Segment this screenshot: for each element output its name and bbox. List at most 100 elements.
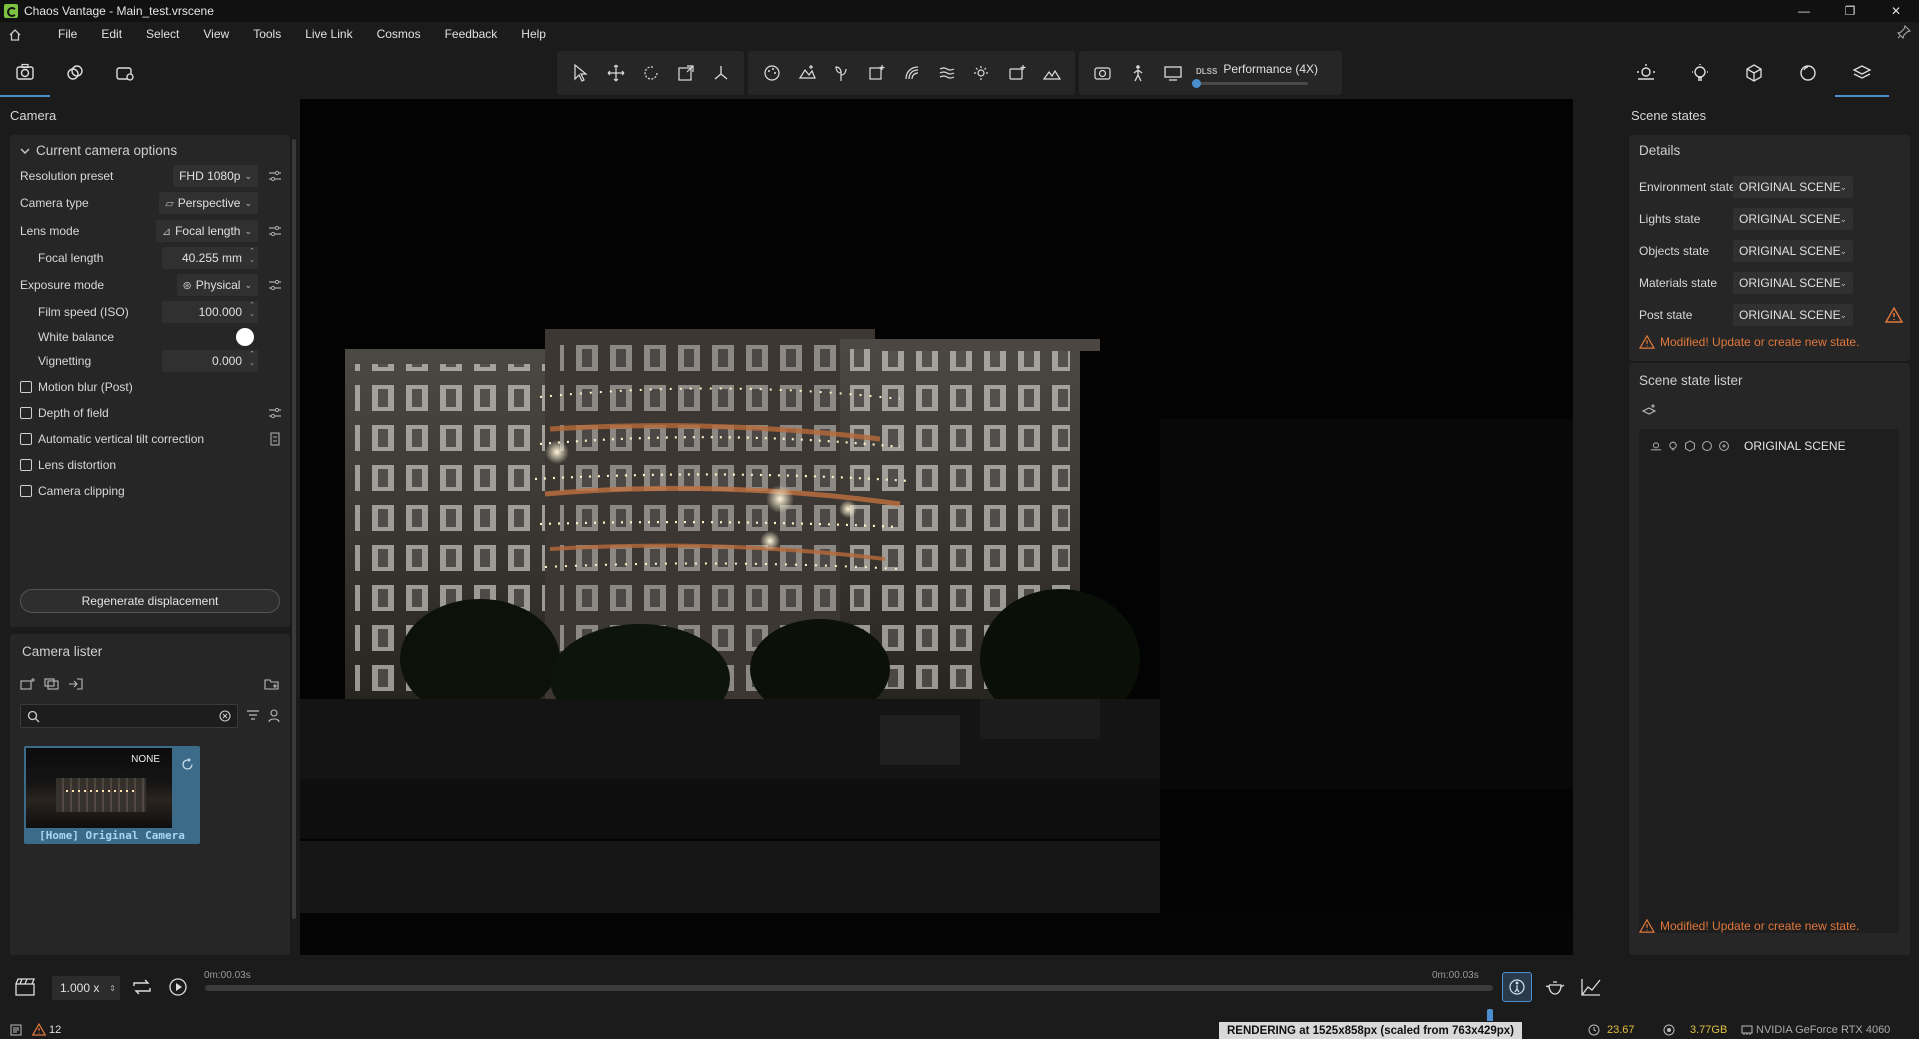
render-tools: DLSS Performance (4X)	[1079, 51, 1342, 95]
add-plant-tool[interactable]	[824, 55, 859, 91]
tab-environment[interactable]	[1619, 49, 1673, 97]
resolution-preset-dropdown[interactable]: FHD 1080p⌄	[173, 165, 258, 187]
filter-icon[interactable]	[246, 709, 262, 723]
tilt-settings-icon[interactable]	[268, 432, 282, 446]
add-folder-icon[interactable]	[264, 677, 280, 691]
user-filter-icon[interactable]	[268, 708, 284, 724]
white-balance-swatch[interactable]	[236, 328, 254, 346]
interactive-mode-button[interactable]	[1502, 972, 1532, 1002]
motion-blur-checkbox[interactable]	[20, 381, 32, 393]
restore-button[interactable]: ❐	[1827, 0, 1873, 22]
menu-file[interactable]: File	[46, 22, 89, 47]
fog-tool[interactable]	[929, 55, 964, 91]
add-decal-tool[interactable]	[859, 55, 894, 91]
materials-state-dropdown[interactable]: ORIGINAL SCENE⌄	[1733, 272, 1853, 294]
select-tool[interactable]	[563, 55, 598, 91]
settings-sliders-icon[interactable]	[268, 406, 282, 420]
move-tool[interactable]	[598, 55, 633, 91]
camera-type-dropdown[interactable]: ▱Perspective⌄	[159, 192, 258, 214]
material-picker-tool[interactable]	[754, 55, 789, 91]
timeline-track[interactable]	[205, 985, 1493, 991]
add-camera-tool[interactable]	[999, 55, 1034, 91]
duplicate-camera-icon[interactable]	[44, 677, 60, 691]
layers-icon	[1851, 61, 1873, 83]
menu-cosmos[interactable]: Cosmos	[365, 22, 433, 47]
play-icon[interactable]	[168, 977, 188, 997]
camera-options-section: Current camera options Resolution preset…	[10, 135, 290, 627]
focal-length-spinner[interactable]: 40.255 mm	[162, 247, 258, 269]
performance-control[interactable]: DLSS Performance (4X)	[1196, 62, 1336, 85]
post-state-dropdown[interactable]: ORIGINAL SCENE⌄	[1733, 304, 1853, 326]
loop-icon[interactable]	[131, 977, 153, 997]
menu-view[interactable]: View	[191, 22, 241, 47]
add-camera-icon[interactable]	[20, 677, 36, 691]
thumbnail-building	[56, 778, 146, 812]
vignetting-spinner[interactable]: 0.000	[162, 350, 258, 372]
snapshot-button[interactable]	[1085, 55, 1120, 91]
add-light-tool[interactable]	[964, 55, 999, 91]
menu-live-link[interactable]: Live Link	[293, 22, 364, 47]
menu-feedback[interactable]: Feedback	[433, 22, 510, 47]
tab-objects[interactable]	[1727, 49, 1781, 97]
section-header[interactable]: Current camera options	[10, 135, 290, 166]
menu-edit[interactable]: Edit	[89, 22, 134, 47]
log-icon[interactable]	[10, 1024, 22, 1036]
rotate-tool[interactable]	[633, 55, 668, 91]
warning-icon[interactable]	[32, 1023, 46, 1036]
display-button[interactable]	[1155, 55, 1190, 91]
tab-materials[interactable]	[1781, 49, 1835, 97]
playback-speed-spinner[interactable]: 1.000 x⇕	[52, 976, 120, 1000]
menu-select[interactable]: Select	[134, 22, 191, 47]
graph-editor-icon[interactable]	[1580, 977, 1602, 997]
tab-animation[interactable]	[50, 49, 100, 97]
objects-state-dropdown[interactable]: ORIGINAL SCENE⌄	[1733, 240, 1853, 262]
camera-search-field[interactable]	[20, 704, 238, 728]
scale-tool[interactable]	[668, 55, 703, 91]
terrain-tool[interactable]	[1034, 55, 1069, 91]
add-state-icon[interactable]	[1641, 403, 1657, 417]
regenerate-displacement-button[interactable]: Regenerate displacement	[20, 589, 280, 613]
camera-gear-icon	[114, 62, 136, 84]
settings-sliders-icon[interactable]	[268, 278, 282, 292]
camera-search-input[interactable]	[46, 709, 196, 723]
performance-slider-handle[interactable]	[1192, 79, 1201, 88]
left-panel-scrollbar[interactable]	[292, 139, 296, 919]
scatter-tool[interactable]	[894, 55, 929, 91]
render-viewport[interactable]	[300, 99, 1573, 955]
tab-camera-settings[interactable]	[100, 49, 150, 97]
scene-state-item[interactable]: ORIGINAL SCENE	[1649, 439, 1846, 453]
environment-state-dropdown[interactable]: ORIGINAL SCENE⌄	[1733, 176, 1853, 198]
clear-search-icon[interactable]	[219, 710, 231, 722]
menu-tools[interactable]: Tools	[241, 22, 293, 47]
settings-sliders-icon[interactable]	[268, 224, 282, 238]
tab-camera[interactable]	[0, 49, 50, 97]
menu-help[interactable]: Help	[509, 22, 558, 47]
minimize-button[interactable]: —	[1781, 0, 1827, 22]
camera-lister-title: Camera lister	[10, 634, 290, 669]
walk-mode-button[interactable]	[1120, 55, 1155, 91]
import-camera-icon[interactable]	[68, 677, 84, 691]
close-button[interactable]: ✕	[1873, 0, 1919, 22]
lens-distortion-checkbox[interactable]	[20, 459, 32, 471]
performance-slider[interactable]	[1196, 82, 1308, 85]
depth-of-field-checkbox[interactable]	[20, 407, 32, 419]
vertical-tilt-checkbox[interactable]	[20, 433, 32, 445]
camera-clipping-checkbox[interactable]	[20, 485, 32, 497]
tab-scene-states[interactable]	[1835, 49, 1889, 97]
lens-mode-dropdown[interactable]: ⊿Focal length⌄	[156, 220, 258, 242]
camera-lister: Camera lister NONE [Home] Original Camer…	[10, 634, 290, 955]
gizmo-tool[interactable]	[703, 55, 738, 91]
tab-lights[interactable]	[1673, 49, 1727, 97]
film-speed-spinner[interactable]: 100.000	[162, 301, 258, 323]
exposure-mode-dropdown[interactable]: ⊛Physical⌄	[177, 274, 258, 296]
home-icon[interactable]	[0, 22, 30, 47]
add-model-tool[interactable]	[789, 55, 824, 91]
title-bar: Chaos Vantage - Main_test.vrscene — ❐ ✕	[0, 0, 1919, 22]
refresh-icon[interactable]	[181, 758, 194, 771]
settings-sliders-icon[interactable]	[268, 169, 282, 183]
pin-icon[interactable]	[1897, 25, 1911, 42]
camera-card[interactable]: NONE [Home] Original Camera	[24, 746, 200, 844]
teapot-icon[interactable]	[1544, 977, 1566, 997]
lights-state-dropdown[interactable]: ORIGINAL SCENE⌄	[1733, 208, 1853, 230]
clapperboard-icon[interactable]	[14, 977, 36, 997]
